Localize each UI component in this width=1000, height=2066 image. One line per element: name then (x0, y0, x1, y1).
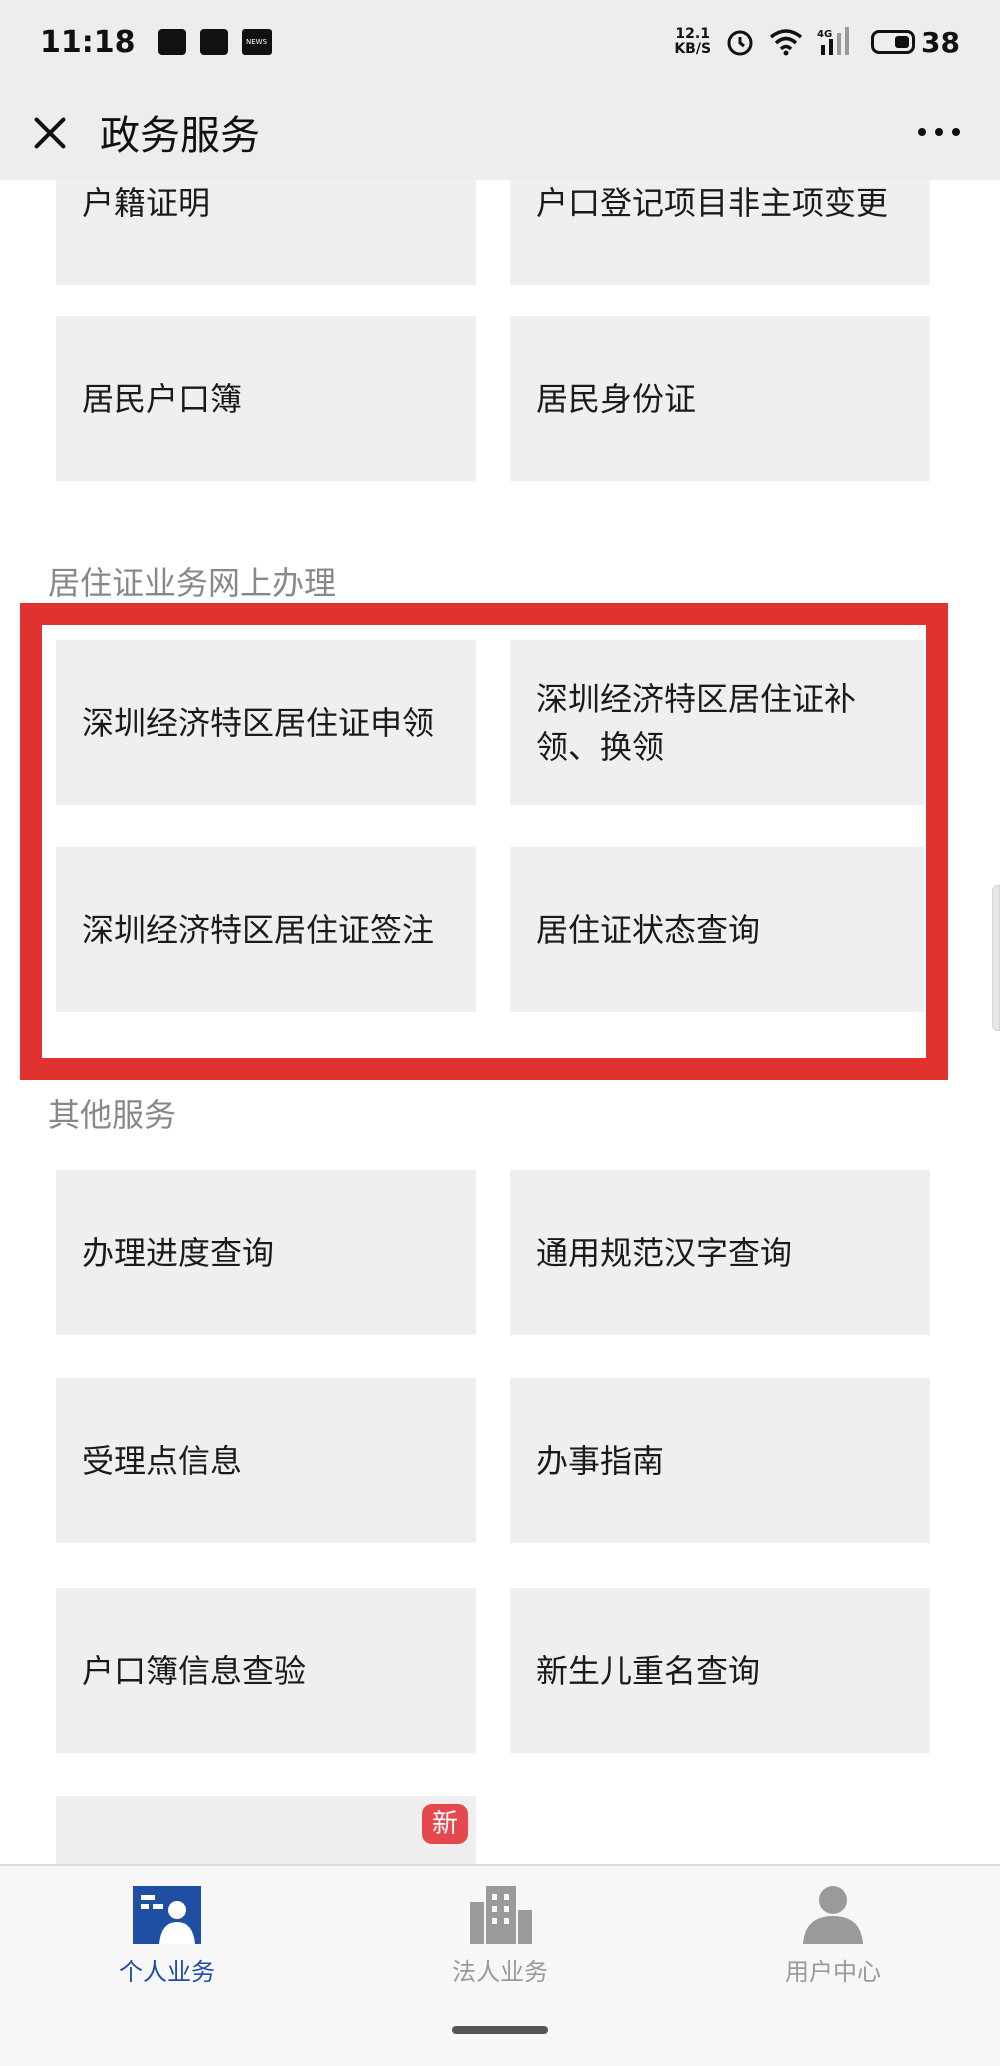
wifi-icon (769, 29, 803, 56)
new-badge: 新 (422, 1804, 468, 1844)
service-list[interactable]: 户籍证明 户口登记项目非主项变更 居民户口簿 居民身份证 居住证业务网上办理 深… (0, 180, 1000, 1864)
tile-label: 居民户口簿 (82, 379, 243, 418)
service-tile-office-info[interactable]: 受理点信息 (56, 1378, 476, 1543)
service-tile-guide[interactable]: 办事指南 (510, 1378, 930, 1543)
tab-personal[interactable]: 个人业务 (67, 1886, 267, 1987)
tile-label: 户籍证明 (82, 183, 211, 222)
speed-value: 12.1 (675, 26, 710, 42)
battery-indicator: 38 (871, 26, 960, 59)
svg-text:4G: 4G (817, 29, 832, 40)
message-icon (199, 29, 228, 55)
tile-label: 新生儿重名查询 (536, 1651, 761, 1690)
tab-user-center[interactable]: 用户中心 (733, 1886, 933, 1987)
service-tile-id-card[interactable]: 居民身份证 (510, 316, 930, 481)
nav-bar: 政务服务 (0, 84, 1000, 180)
page-title: 政务服务 (100, 113, 260, 159)
status-time: 11:18 (40, 24, 136, 60)
highlight-annotation (20, 603, 948, 1080)
service-tile-household-certificate[interactable]: 户籍证明 (56, 180, 476, 285)
personal-card-icon (133, 1886, 201, 1944)
tab-bar: 个人业务 法人业务 用户中心 (0, 1864, 1000, 2066)
user-icon (799, 1886, 867, 1944)
speed-unit: KB/S (674, 41, 712, 57)
close-icon[interactable] (30, 112, 70, 152)
more-options-icon[interactable] (918, 128, 960, 136)
building-icon (466, 1886, 534, 1944)
signal-icon: 4G (817, 27, 850, 55)
service-tile-household-verify[interactable]: 户口簿信息查验 (56, 1588, 476, 1753)
status-bar: 11:18 NEWS 12.1 KB/S 4G 38 (0, 0, 1000, 84)
section-title-residence: 居住证业务网上办理 (48, 564, 337, 602)
tab-label: 用户中心 (785, 1958, 881, 1986)
section-title-other: 其他服务 (48, 1096, 177, 1134)
tile-label: 户口簿信息查验 (82, 1651, 307, 1690)
tile-label: 办事指南 (536, 1441, 665, 1480)
notification-icon (157, 29, 186, 55)
service-tile-household-book[interactable]: 居民户口簿 (56, 316, 476, 481)
alarm-icon (727, 30, 753, 56)
side-drawer-handle[interactable] (992, 885, 1000, 1031)
tab-label: 个人业务 (119, 1958, 215, 1986)
tab-corporate[interactable]: 法人业务 (400, 1886, 600, 1987)
battery-icon (871, 30, 916, 54)
service-tile-newborn-name[interactable]: 新生儿重名查询 (510, 1588, 930, 1753)
tile-label: 办理进度查询 (82, 1233, 275, 1272)
news-icon: NEWS (241, 29, 272, 55)
service-tile-household-change[interactable]: 户口登记项目非主项变更 (510, 180, 930, 285)
battery-level: 38 (921, 25, 960, 59)
service-tile-new[interactable]: 新 (56, 1796, 476, 1864)
tile-label: 受理点信息 (82, 1441, 243, 1480)
tile-label: 通用规范汉字查询 (536, 1233, 793, 1272)
tab-label: 法人业务 (452, 1958, 548, 1986)
service-tile-hanzi-query[interactable]: 通用规范汉字查询 (510, 1170, 930, 1335)
tile-label: 居民身份证 (536, 379, 697, 418)
network-speed: 12.1 KB/S (674, 27, 711, 57)
home-indicator[interactable] (452, 2026, 548, 2034)
tile-label: 户口登记项目非主项变更 (536, 183, 889, 222)
service-tile-progress-query[interactable]: 办理进度查询 (56, 1170, 476, 1335)
